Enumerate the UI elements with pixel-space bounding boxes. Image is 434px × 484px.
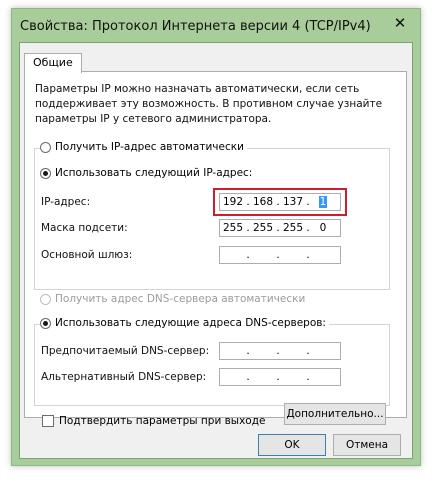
ip-manual-radio[interactable]: Использовать следующий IP-адрес: <box>40 167 256 179</box>
preferred-dns-label: Предпочитаемый DNS-сервер: <box>41 345 210 357</box>
validate-on-exit-checkbox[interactable]: Подтвердить параметры при выходе <box>42 415 265 427</box>
ip-auto-radio[interactable]: Получить IP-адрес автоматически <box>40 141 247 153</box>
mask-octet-2: 255 <box>252 222 274 234</box>
validate-on-exit-label: Подтвердить параметры при выходе <box>59 415 266 427</box>
dns-manual-radio[interactable]: Использовать следующие адреса DNS-сервер… <box>40 317 329 329</box>
advanced-button[interactable]: Дополнительно... <box>284 403 386 425</box>
gateway-input[interactable]: . . . <box>219 246 341 264</box>
dns-auto-radio[interactable]: Получить адрес DNS-сервера автоматически <box>40 293 309 305</box>
ok-button[interactable]: OK <box>258 434 326 456</box>
close-icon[interactable]: ✕ <box>386 13 414 33</box>
dns-settings-group <box>34 324 390 406</box>
alternate-dns-input[interactable]: . . . <box>219 368 341 386</box>
subnet-mask-input[interactable]: 255. 255. 255. 0 <box>219 219 341 237</box>
subnet-mask-label: Маска подсети: <box>41 222 128 234</box>
radio-disabled-icon <box>40 293 51 305</box>
mask-octet-4: 0 <box>319 222 327 234</box>
ip-address-label: IP-адрес: <box>41 196 91 208</box>
tab-panel-general: Параметры IP можно назначать автоматичес… <box>24 71 407 427</box>
radio-selected-icon <box>40 317 51 329</box>
preferred-dns-input[interactable]: . . . <box>219 342 341 360</box>
radio-selected-icon <box>40 167 51 179</box>
ip-highlight-frame <box>213 188 347 216</box>
dialog-client-area: Общие Параметры IP можно назначать автом… <box>19 42 413 459</box>
tab-general[interactable]: Общие <box>24 53 82 73</box>
title-bar[interactable]: Свойства: Протокол Интернета версии 4 (T… <box>12 9 420 41</box>
properties-window: Свойства: Протокол Интернета версии 4 (T… <box>11 8 421 466</box>
alternate-dns-label: Альтернативный DNS-сервер: <box>41 371 207 383</box>
cancel-button[interactable]: Отмена <box>333 434 401 456</box>
mask-octet-3: 255 <box>282 222 304 234</box>
radio-icon <box>40 141 51 153</box>
gateway-label: Основной шлюз: <box>41 249 133 261</box>
mask-octet-1: 255 <box>222 222 244 234</box>
dns-manual-label: Использовать следующие адреса DNS-сервер… <box>55 317 326 329</box>
ip-auto-label: Получить IP-адрес автоматически <box>55 141 244 153</box>
dns-auto-label: Получить адрес DNS-сервера автоматически <box>55 293 306 305</box>
intro-text: Параметры IP можно назначать автоматичес… <box>35 83 383 125</box>
checkbox-icon <box>42 415 54 427</box>
ip-manual-label: Использовать следующий IP-адрес: <box>55 167 253 179</box>
window-title: Свойства: Протокол Интернета версии 4 (T… <box>20 19 371 34</box>
